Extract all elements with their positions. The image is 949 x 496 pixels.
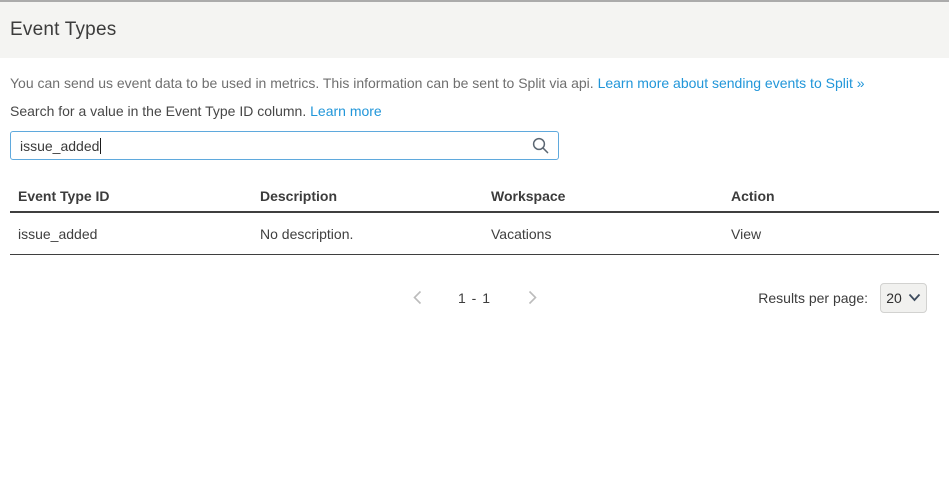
learn-more-events-link[interactable]: Learn more about sending events to Split… xyxy=(598,75,865,91)
table-row: issue_added No description. Vacations Vi… xyxy=(10,213,939,255)
chevron-right-icon[interactable] xyxy=(525,290,539,306)
column-header-description: Description xyxy=(252,188,483,204)
text-caret xyxy=(100,138,101,154)
search-input-value: issue_added xyxy=(20,138,99,154)
search-input[interactable]: issue_added xyxy=(10,131,559,160)
pagination-bar: 1 - 1 Results per page: 20 xyxy=(10,282,939,313)
pagination-controls: 1 - 1 xyxy=(410,290,539,306)
results-per-page-value: 20 xyxy=(886,290,902,306)
intro-text-static: You can send us event data to be used in… xyxy=(10,75,598,91)
chevron-down-icon xyxy=(908,293,921,302)
cell-description: No description. xyxy=(252,226,483,242)
chevron-left-icon[interactable] xyxy=(410,290,424,306)
results-per-page: Results per page: 20 xyxy=(758,283,927,313)
intro-text: You can send us event data to be used in… xyxy=(10,75,939,92)
page-header: Event Types xyxy=(0,2,949,58)
main-content: You can send us event data to be used in… xyxy=(0,75,949,313)
search-hint-text: Search for a value in the Event Type ID … xyxy=(10,103,939,120)
table-header-row: Event Type ID Description Workspace Acti… xyxy=(10,180,939,213)
cell-workspace: Vacations xyxy=(483,226,723,242)
search-hint-static: Search for a value in the Event Type ID … xyxy=(10,103,310,119)
cell-event-type-id: issue_added xyxy=(10,226,252,242)
column-header-workspace: Workspace xyxy=(483,188,723,204)
column-header-action: Action xyxy=(723,188,939,204)
view-action-link[interactable]: View xyxy=(723,226,939,242)
page-title: Event Types xyxy=(10,19,116,41)
results-per-page-select[interactable]: 20 xyxy=(880,283,927,313)
results-per-page-label: Results per page: xyxy=(758,290,868,306)
pagination-range: 1 - 1 xyxy=(458,290,491,306)
search-icon[interactable] xyxy=(531,136,549,154)
learn-more-link[interactable]: Learn more xyxy=(310,103,382,119)
column-header-event-type-id: Event Type ID xyxy=(10,188,252,204)
event-types-table: Event Type ID Description Workspace Acti… xyxy=(10,180,939,255)
